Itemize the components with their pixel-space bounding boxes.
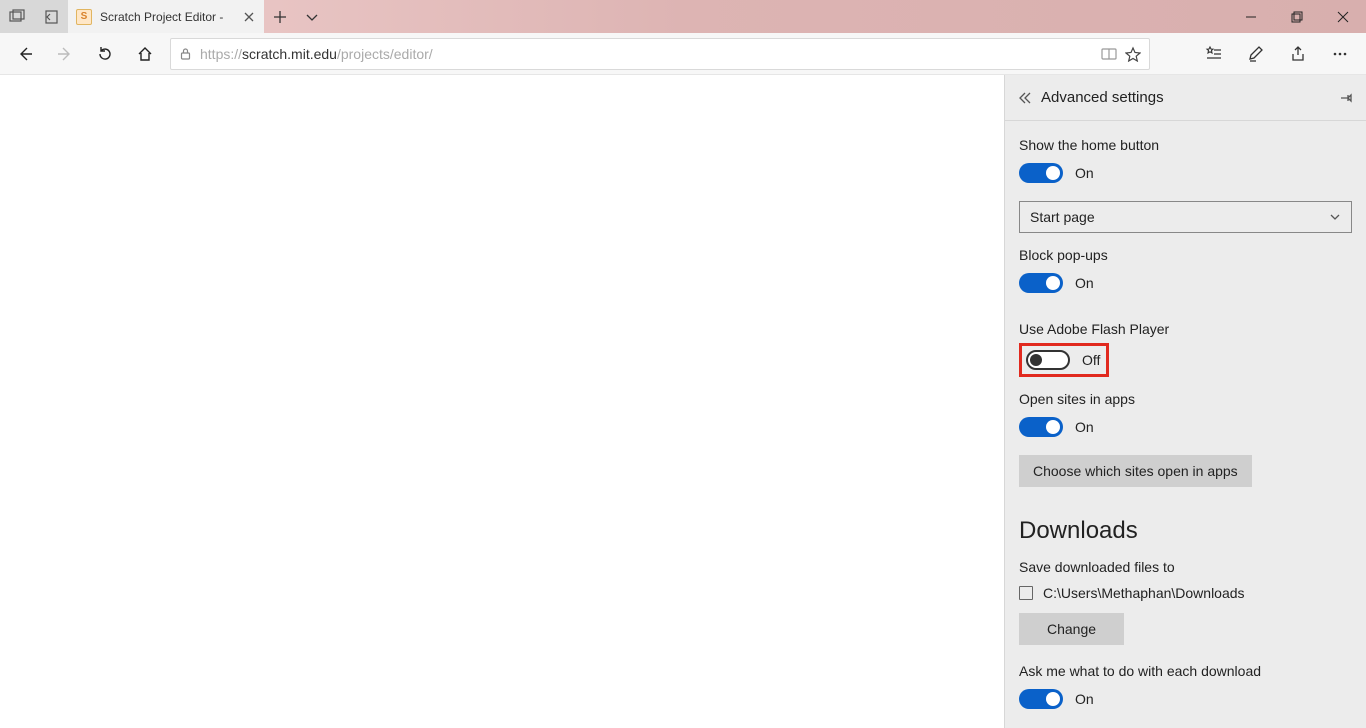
tab-favicon-icon: S bbox=[76, 9, 92, 25]
open-apps-toggle[interactable] bbox=[1019, 417, 1063, 437]
downloads-heading: Downloads bbox=[1019, 517, 1352, 545]
tab-title: Scratch Project Editor - bbox=[100, 10, 234, 24]
notes-icon[interactable] bbox=[1236, 35, 1276, 73]
open-apps-toggle-row: On bbox=[1019, 417, 1352, 437]
address-bar[interactable]: https://scratch.mit.edu/projects/editor/ bbox=[170, 38, 1150, 70]
panel-header: Advanced settings bbox=[1005, 75, 1366, 121]
chevron-down-icon bbox=[1329, 211, 1341, 223]
share-icon[interactable] bbox=[1278, 35, 1318, 73]
pin-icon[interactable] bbox=[1338, 90, 1354, 106]
ask-download-toggle-row: On bbox=[1019, 689, 1352, 709]
ask-download-label: Ask me what to do with each download bbox=[1019, 663, 1352, 679]
window-controls bbox=[1228, 0, 1366, 33]
panel-body: Show the home button On Start page Block… bbox=[1005, 121, 1366, 728]
flash-highlight: Off bbox=[1019, 343, 1109, 377]
more-icon[interactable] bbox=[1320, 35, 1360, 73]
download-path-row: C:\Users\Methaphan\Downloads bbox=[1019, 585, 1352, 601]
ask-download-state: On bbox=[1075, 691, 1094, 707]
settings-panel: Advanced settings Show the home button O… bbox=[1004, 75, 1366, 728]
home-button[interactable] bbox=[126, 35, 164, 73]
nav-bar: https://scratch.mit.edu/projects/editor/ bbox=[0, 33, 1366, 75]
back-button[interactable] bbox=[6, 35, 44, 73]
title-rest bbox=[264, 0, 1228, 33]
set-aside-tabs-icon[interactable] bbox=[43, 9, 59, 25]
change-path-button[interactable]: Change bbox=[1019, 613, 1124, 645]
toolbar-right bbox=[1194, 35, 1360, 73]
panel-title: Advanced settings bbox=[1041, 89, 1330, 106]
close-tab-icon[interactable] bbox=[242, 10, 256, 24]
tab-preview-icon[interactable] bbox=[9, 9, 25, 25]
home-button-toggle[interactable] bbox=[1019, 163, 1063, 183]
title-bar: S Scratch Project Editor - bbox=[0, 0, 1366, 33]
save-location-label: Save downloaded files to bbox=[1019, 559, 1352, 575]
folder-icon bbox=[1019, 586, 1033, 600]
forward-button[interactable] bbox=[46, 35, 84, 73]
tab-actions-area bbox=[0, 0, 68, 33]
download-path: C:\Users\Methaphan\Downloads bbox=[1043, 585, 1245, 601]
tab-menu-button[interactable] bbox=[296, 0, 328, 33]
choose-sites-button[interactable]: Choose which sites open in apps bbox=[1019, 455, 1252, 487]
flash-state: Off bbox=[1082, 352, 1100, 368]
reading-view-icon[interactable] bbox=[1101, 46, 1117, 62]
flash-toggle[interactable] bbox=[1026, 350, 1070, 370]
open-apps-state: On bbox=[1075, 419, 1094, 435]
popups-toggle[interactable] bbox=[1019, 273, 1063, 293]
home-page-dropdown[interactable]: Start page bbox=[1019, 201, 1352, 233]
popups-toggle-row: On bbox=[1019, 273, 1352, 293]
panel-back-icon[interactable] bbox=[1017, 90, 1033, 106]
refresh-button[interactable] bbox=[86, 35, 124, 73]
flash-label: Use Adobe Flash Player bbox=[1019, 321, 1352, 337]
home-button-state: On bbox=[1075, 165, 1094, 181]
popups-state: On bbox=[1075, 275, 1094, 291]
maximize-button[interactable] bbox=[1274, 0, 1320, 33]
favorites-list-icon[interactable] bbox=[1194, 35, 1234, 73]
new-tab-button[interactable] bbox=[264, 0, 296, 33]
home-page-value: Start page bbox=[1030, 209, 1095, 225]
favorite-icon[interactable] bbox=[1125, 46, 1141, 62]
ask-download-toggle[interactable] bbox=[1019, 689, 1063, 709]
home-button-toggle-row: On bbox=[1019, 163, 1352, 183]
close-window-button[interactable] bbox=[1320, 0, 1366, 33]
url-text: https://scratch.mit.edu/projects/editor/ bbox=[200, 46, 1093, 62]
open-apps-label: Open sites in apps bbox=[1019, 391, 1352, 407]
browser-tab[interactable]: S Scratch Project Editor - bbox=[68, 0, 264, 33]
popups-label: Block pop-ups bbox=[1019, 247, 1352, 263]
lock-icon bbox=[179, 47, 192, 60]
home-button-label: Show the home button bbox=[1019, 137, 1352, 153]
minimize-button[interactable] bbox=[1228, 0, 1274, 33]
